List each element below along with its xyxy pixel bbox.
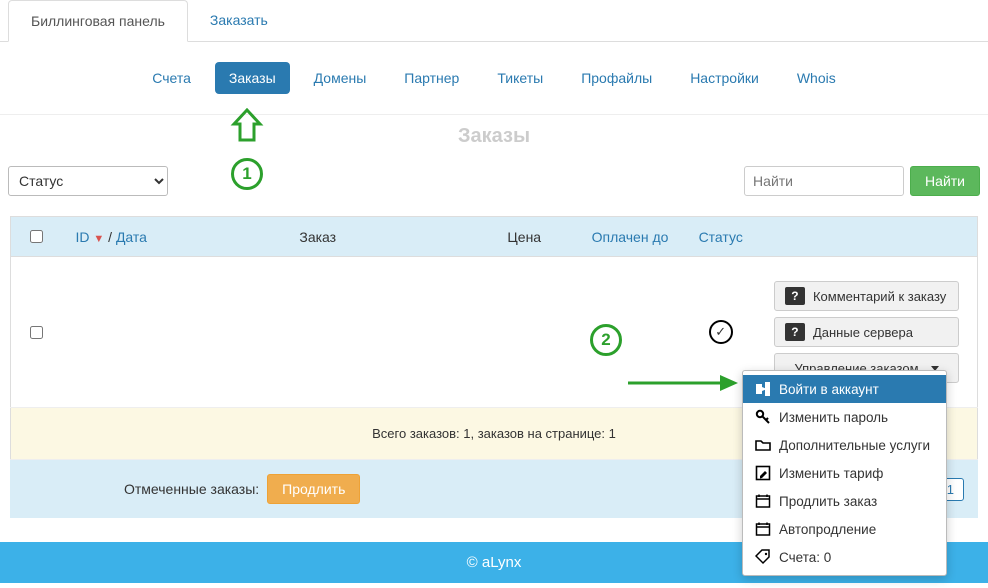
col-actions [756,217,978,257]
calendar-icon [755,521,771,537]
folder-icon [755,437,771,453]
server-data-button[interactable]: ? Данные сервера [774,317,959,347]
status-ok-icon: ✓ [709,320,733,344]
cell-id-date [61,257,162,408]
tab-order[interactable]: Заказать [188,0,290,41]
col-separator: / [108,229,116,245]
search-button[interactable]: Найти [910,166,980,196]
nav-tickets[interactable]: Тикеты [483,62,557,94]
nav-profiles[interactable]: Профайлы [567,62,666,94]
col-id[interactable]: ID [75,229,89,245]
dd-change-password[interactable]: Изменить пароль [743,403,946,431]
footer-copyright: © aLynx [467,554,522,571]
key-icon [755,409,771,425]
dd-extra-services[interactable]: Дополнительные услуги [743,431,946,459]
dd-renew-order[interactable]: Продлить заказ [743,487,946,515]
col-paid-until[interactable]: Оплачен до [592,229,669,245]
dd-change-plan[interactable]: Изменить тариф [743,459,946,487]
nav-settings[interactable]: Настройки [676,62,773,94]
tab-billing-panel[interactable]: Биллинговая панель [8,0,188,42]
order-comment-button[interactable]: ? Комментарий к заказу [774,281,959,311]
status-filter[interactable]: Статус [8,166,168,196]
dd-login-account[interactable]: Войти в аккаунт [743,375,946,403]
col-price[interactable]: Цена [474,217,575,257]
sort-desc-icon: ▼ [93,233,104,245]
dd-autorenew[interactable]: Автопродление [743,515,946,543]
tag-icon [755,549,771,565]
nav-whois[interactable]: Whois [783,62,850,94]
row-checkbox[interactable] [30,326,43,339]
cell-paid-until [575,257,686,408]
cell-price [474,257,575,408]
filter-row: Статус Найти [0,158,988,204]
page-title: Заказы [0,125,988,148]
nav-invoices[interactable]: Счета [138,62,205,94]
search-input[interactable] [744,166,904,196]
nav-domains[interactable]: Домены [300,62,381,94]
dd-bills[interactable]: Счета: 0 [743,543,946,571]
cell-order [162,257,474,408]
renew-selected-button[interactable]: Продлить [267,474,360,504]
select-all-checkbox[interactable] [30,230,43,243]
question-icon: ? [785,323,805,341]
selected-orders-label: Отмеченные заказы: [124,481,259,497]
manage-order-dropdown: Войти в аккаунт Изменить пароль Дополнит… [742,370,947,576]
col-order[interactable]: Заказ [162,217,474,257]
login-icon [755,381,771,397]
nav-partner[interactable]: Партнер [390,62,473,94]
col-date[interactable]: Дата [116,229,147,245]
calendar-icon [755,493,771,509]
question-icon: ? [785,287,805,305]
edit-icon [755,465,771,481]
col-status[interactable]: Статус [699,229,743,245]
secondary-nav: Счета Заказы Домены Партнер Тикеты Профа… [0,42,988,115]
top-tabs: Биллинговая панель Заказать [0,0,988,42]
nav-orders[interactable]: Заказы [215,62,290,94]
